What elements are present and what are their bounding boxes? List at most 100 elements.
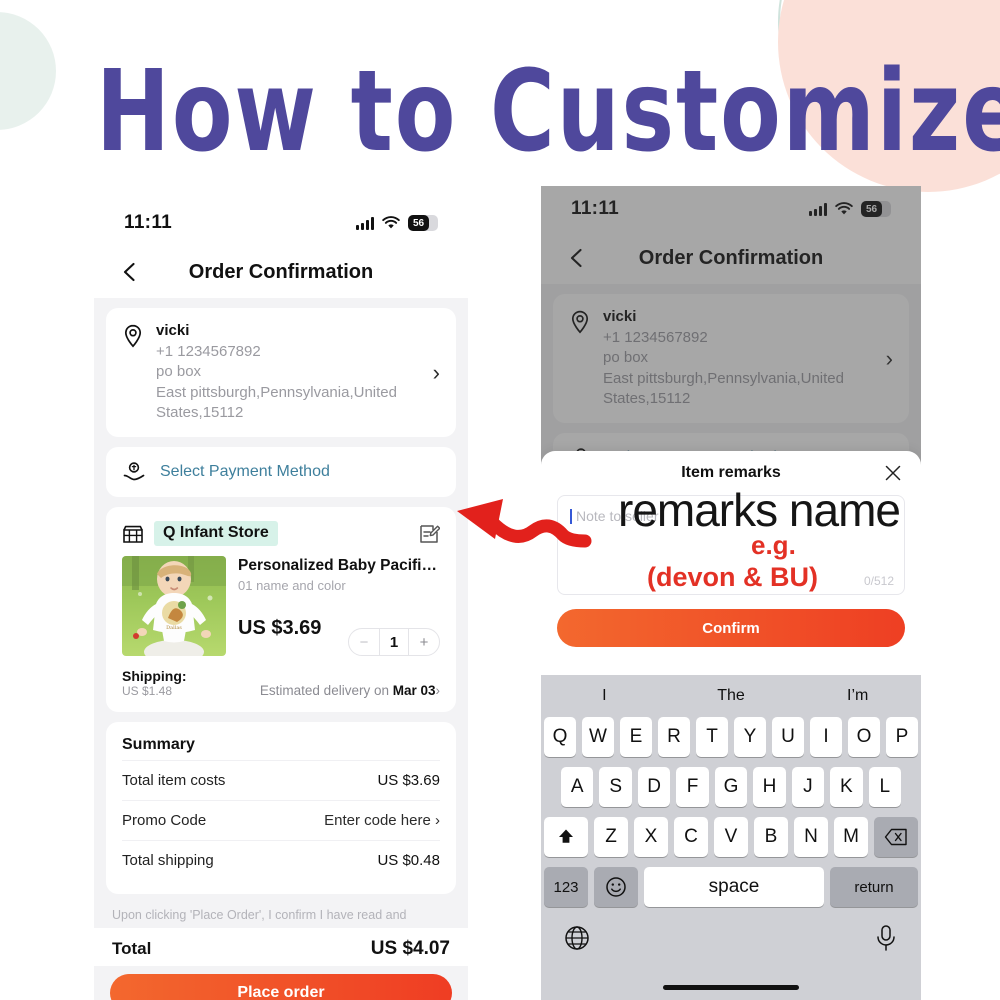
keyboard-bottom-bar [541,917,921,953]
key-v[interactable]: V [714,817,748,857]
summary-title: Summary [122,736,195,753]
product-thumbnail[interactable]: Dallas [122,556,226,656]
status-bar-left: 11:11 56 [94,200,468,246]
location-pin-icon [124,324,142,348]
key-b[interactable]: B [754,817,788,857]
character-counter: 0/512 [863,574,894,588]
address-line3: States,15112 [156,403,244,421]
prediction-2[interactable]: The [668,687,795,705]
poster-canvas: How to Customize 11:11 56 Order Confirma… [0,0,1000,1000]
phone-screen-left: 11:11 56 Order Confirmation vicki +1 123… [94,200,468,1000]
quantity-minus-button[interactable]: − [349,629,379,655]
back-arrow-icon[interactable] [118,259,144,285]
keyboard-row-4: 123 space return [541,867,921,907]
address-phone: +1 1234567892 [156,343,261,360]
key-n[interactable]: N [794,817,828,857]
return-key[interactable]: return [830,867,918,907]
key-d[interactable]: D [637,767,671,807]
page-heading: Order Confirmation [638,246,824,269]
keyboard-row-1: Q W E R T Y U I O P [541,717,921,757]
chevron-right-icon[interactable]: › [433,360,440,386]
key-h[interactable]: H [753,767,786,807]
address-card[interactable]: vicki +1 1234567892 po box East pittsbur… [553,294,909,423]
key-s[interactable]: S [599,767,632,807]
signal-bars-icon [809,202,827,216]
summary-row-promo-code[interactable]: Promo Code Enter code here › [122,800,440,840]
delivery-estimate-date: Mar 03 [392,683,436,698]
product-title[interactable]: Personalized Baby Pacifier Clip Custo… [238,556,440,575]
globe-icon[interactable] [563,924,591,952]
summary-card: Summary Total item costs US $3.69 Promo … [106,722,456,894]
key-y[interactable]: Y [734,717,766,757]
close-icon[interactable] [883,463,903,483]
key-x[interactable]: X [634,817,668,857]
backspace-key[interactable] [874,817,918,857]
onscreen-keyboard: I The I’m Q W E R T Y U I O P A S D F G … [541,675,921,1000]
key-q[interactable]: Q [544,717,576,757]
key-g[interactable]: G [714,767,748,807]
back-arrow-icon[interactable] [565,245,591,271]
shipping-label: Shipping: [122,668,187,684]
summary-value: US $3.69 [377,772,440,789]
payment-method-card[interactable]: Select Payment Method [106,447,456,497]
summary-label: Total shipping [122,852,214,869]
promo-code-entry[interactable]: Enter code here › [324,812,440,829]
product-variant: 01 name and color [238,578,346,594]
key-p[interactable]: P [886,717,918,757]
key-r[interactable]: R [658,717,690,757]
emoji-key[interactable] [594,867,638,907]
keyboard-row-2: A S D F G H J K L [541,767,921,807]
location-pin-icon [571,310,589,334]
key-k[interactable]: K [830,767,863,807]
address-phone: +1 1234567892 [603,329,708,346]
key-i[interactable]: I [810,717,842,757]
note-to-seller-input[interactable]: Note to seller 0/512 [557,495,905,595]
home-indicator [663,985,799,990]
shift-arrow-icon [559,829,573,843]
key-f[interactable]: F [676,767,709,807]
address-line2: East pittsburgh,Pennsylvania,United [156,383,397,401]
summary-label: Promo Code [122,812,207,829]
edit-note-icon[interactable] [418,523,440,545]
key-w[interactable]: W [582,717,614,757]
decorative-mint-circle [0,12,56,130]
quantity-stepper[interactable]: − 1 + [348,628,440,656]
key-j[interactable]: J [791,767,825,807]
quantity-plus-button[interactable]: + [409,629,439,655]
battery-icon: 56 [861,201,891,217]
chevron-right-icon[interactable]: › [436,683,441,698]
backspace-icon [884,828,907,846]
status-time: 11:11 [571,198,619,219]
key-c[interactable]: C [674,817,708,857]
key-o[interactable]: O [848,717,880,757]
key-m[interactable]: M [834,817,868,857]
address-card[interactable]: vicki +1 1234567892 po box East pittsbur… [106,308,456,437]
confirm-button[interactable]: Confirm [557,609,905,647]
quantity-value[interactable]: 1 [379,629,409,655]
delivery-estimate[interactable]: Estimated delivery on Mar 03› [260,683,440,698]
key-l[interactable]: L [868,767,901,807]
space-key[interactable]: space [644,867,824,907]
key-e[interactable]: E [620,717,652,757]
chevron-right-icon[interactable]: › [886,346,893,372]
summary-value: US $0.48 [377,852,440,869]
shift-key[interactable] [544,817,588,857]
numeric-key[interactable]: 123 [544,867,588,907]
key-a[interactable]: A [561,767,594,807]
store-product-card: Q Infant Store Dallas Personalized Baby … [106,507,456,712]
item-remarks-sheet: Item remarks Note to seller 0/512 Confir… [541,451,921,681]
status-time: 11:11 [124,212,172,233]
wifi-icon [382,216,400,229]
place-order-button[interactable]: Place order [110,974,452,1000]
battery-icon: 56 [408,215,438,231]
prediction-3[interactable]: I’m [794,687,921,705]
delivery-estimate-prefix: Estimated delivery on [259,683,393,698]
key-t[interactable]: T [696,717,728,757]
prediction-1[interactable]: I [541,687,668,705]
store-name[interactable]: Q Infant Store [154,521,278,546]
key-u[interactable]: U [772,717,804,757]
microphone-icon[interactable] [873,923,899,953]
total-label: Total [112,939,152,958]
address-line1: po box [603,349,649,367]
key-z[interactable]: Z [594,817,628,857]
